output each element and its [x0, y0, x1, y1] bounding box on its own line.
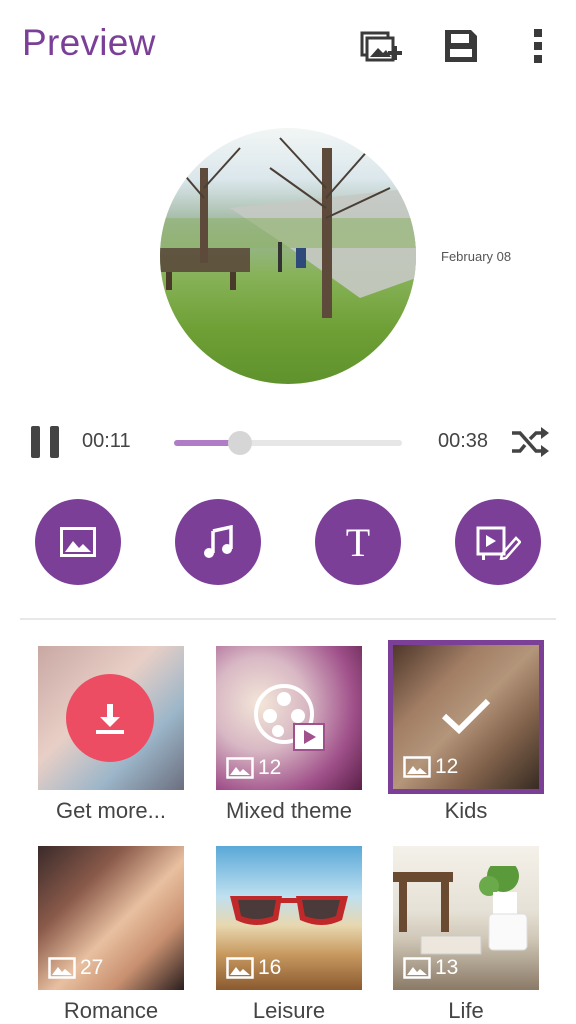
theme-label: Kids [444, 798, 488, 823]
theme-thumbnail: 12 [216, 646, 362, 790]
film-reel-icon [254, 684, 325, 751]
image-icon [226, 757, 254, 779]
music-button[interactable] [175, 499, 261, 585]
section-divider [20, 618, 556, 620]
music-note-icon [204, 525, 233, 558]
photo-count: 13 [403, 956, 458, 980]
pause-icon [31, 426, 59, 458]
slide-date-caption: February 08 [441, 249, 512, 264]
checkmark-icon [441, 698, 491, 735]
photo-count: 16 [226, 956, 281, 980]
photo-count: 12 [226, 756, 281, 780]
image-icon [48, 957, 76, 979]
text-icon: T [345, 519, 371, 565]
theme-tile-kids[interactable]: 12 Kids [393, 645, 539, 823]
text-button[interactable]: T [315, 499, 401, 585]
video-edit-icon [476, 526, 521, 560]
total-duration: 00:38 [438, 430, 489, 452]
photos-button[interactable] [35, 499, 121, 585]
shuffle-button[interactable] [510, 426, 550, 458]
seek-bar-thumb[interactable] [228, 431, 253, 455]
theme-thumbnail: 13 [393, 846, 539, 990]
theme-thumbnail [38, 646, 184, 790]
save-icon[interactable] [435, 24, 487, 68]
photo-count: 12 [403, 755, 458, 779]
image-icon [226, 957, 254, 979]
sunglasses-graphic [230, 896, 348, 925]
image-icon [403, 957, 431, 979]
theme-tile-romance[interactable]: 27 Romance [38, 846, 184, 1023]
slideshow-preview-photo [160, 128, 416, 384]
theme-tile-leisure[interactable]: 16 Leisure [216, 846, 362, 1023]
playback-bar: 00:11 00:38 [0, 410, 576, 474]
theme-label: Romance [63, 998, 159, 1023]
theme-tile-get-more[interactable]: Get more... [38, 646, 184, 823]
theme-label: Get more... [55, 798, 167, 823]
theme-tile-mixed[interactable]: 12 Mixed theme [216, 646, 362, 823]
image-icon [60, 527, 96, 557]
app-bar: Preview [0, 0, 576, 96]
download-button[interactable] [66, 674, 154, 762]
theme-label: Mixed theme [226, 798, 352, 823]
pause-button[interactable] [28, 424, 64, 460]
seek-bar[interactable] [174, 431, 402, 455]
theme-thumbnail: 27 [38, 846, 184, 990]
photo-count: 27 [48, 956, 103, 980]
image-icon [403, 756, 431, 778]
add-photo-icon[interactable] [356, 24, 408, 68]
more-vert-icon[interactable] [512, 24, 564, 68]
theme-tile-life[interactable]: 13 Life [393, 846, 539, 1023]
elapsed-time: 00:11 [82, 430, 131, 452]
theme-thumbnail: 16 [216, 846, 362, 990]
theme-thumbnail: 12 [393, 645, 539, 789]
theme-label: Leisure [252, 998, 326, 1023]
theme-label: Life [448, 998, 484, 1023]
shuffle-icon [512, 427, 549, 457]
editor-actions: T [0, 496, 576, 586]
download-icon [96, 704, 124, 734]
edit-video-button[interactable] [455, 499, 541, 585]
page-title: Preview [22, 22, 156, 63]
